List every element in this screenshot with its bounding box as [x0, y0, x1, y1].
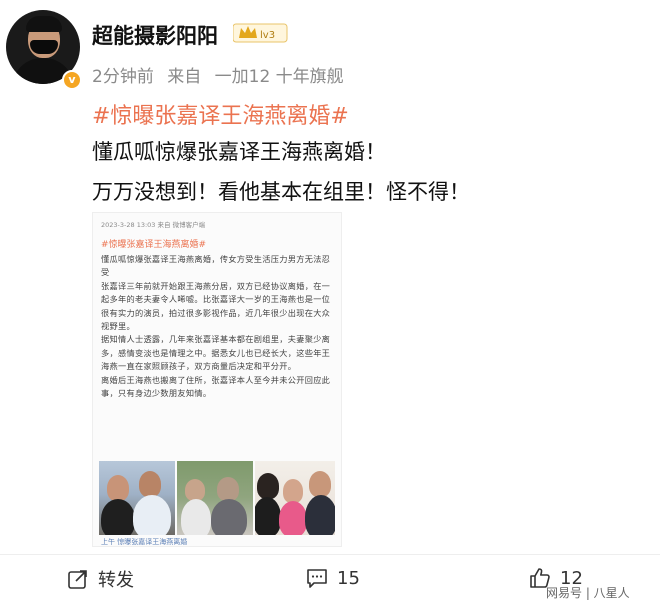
- image-paragraph: 离婚后王海燕也搬离了住所，张嘉译本人至今并未公开回应此事，只有身边少数朋友知情。: [101, 374, 331, 399]
- comment-icon: [307, 569, 327, 588]
- vip-crown-icon: lv3: [233, 23, 288, 43]
- photo-family: [255, 461, 335, 535]
- username[interactable]: 超能摄影阳阳: [92, 20, 218, 50]
- image-paragraph: 张嘉译三年前就开始跟王海燕分居，双方已经协议离婚，在一起多年的老夫妻令人唏嘘。比…: [101, 280, 331, 332]
- comment-count: 15: [337, 567, 360, 589]
- svg-text:lv3: lv3: [260, 30, 275, 41]
- hashtag-link[interactable]: #惊曝张嘉译王海燕离婚#: [92, 98, 349, 130]
- image-hashtag: #惊曝张嘉译王海燕离婚#: [101, 240, 207, 250]
- image-text: 懂瓜呱惊爆张嘉译王海燕离婚，传女方受生活压力男方无法忍受 张嘉译三年前就开始跟王…: [101, 253, 335, 400]
- photo-couple: [99, 461, 175, 535]
- post-source-label: 来自: [167, 67, 202, 87]
- image-paragraph: 懂瓜呱惊爆张嘉译王海燕离婚，传女方受生活压力男方无法忍受: [101, 254, 331, 278]
- post-device[interactable]: 一加12 十年旗舰: [215, 67, 344, 87]
- post-time: 2分钟前: [92, 67, 154, 87]
- avatar-hair: [26, 16, 62, 32]
- photo-street: [177, 461, 253, 535]
- image-meta: 2023-3-28 13:03 来自 微博客户端: [101, 221, 206, 229]
- image-footer: 上午 惊曝张嘉译王海燕离婚: [101, 538, 188, 546]
- image-photo-row: [99, 461, 335, 535]
- post-meta: 2分钟前 来自 一加12 十年旗舰: [92, 62, 344, 87]
- post-text-line-1: 懂瓜呱惊爆张嘉译王海燕离婚！: [92, 140, 386, 164]
- post-image[interactable]: 2023-3-28 13:03 来自 微博客户端 #惊曝张嘉译王海燕离婚# 懂瓜…: [92, 212, 342, 547]
- repost-button[interactable]: 转发: [66, 566, 134, 592]
- comment-button[interactable]: 15: [305, 566, 360, 590]
- share-icon: [68, 570, 87, 589]
- verified-badge-icon: v: [62, 70, 82, 90]
- avatar-mask: [30, 40, 58, 54]
- post-text-line-2: 万万没想到！看他基本在组里！怪不得！: [92, 180, 470, 204]
- watermark: 网易号 | 八星人: [546, 586, 630, 600]
- repost-label: 转发: [98, 570, 134, 591]
- divider: [0, 554, 660, 555]
- image-paragraph: 据知情人士透露，几年来张嘉译基本都在剧组里，夫妻聚少离多，感情变淡也是情理之中。…: [101, 334, 331, 372]
